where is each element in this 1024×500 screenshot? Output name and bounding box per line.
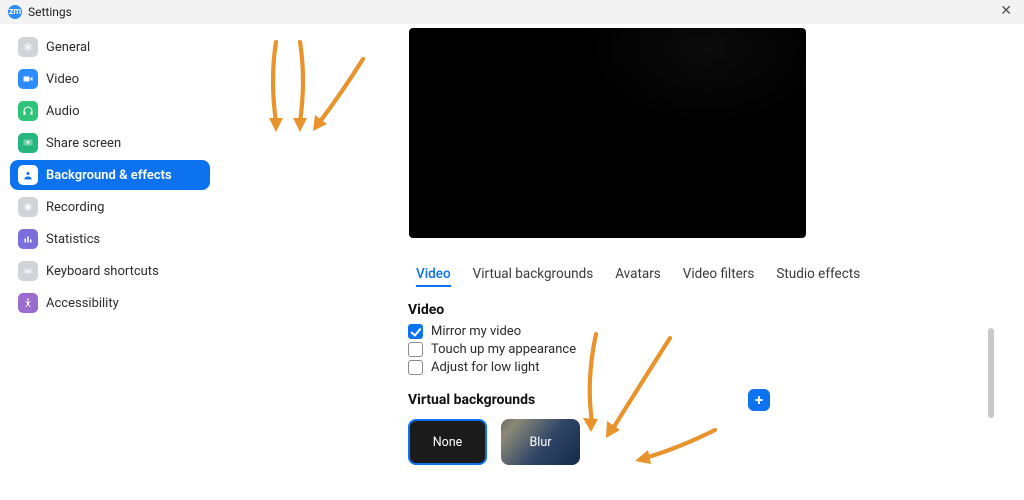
option-touch-up[interactable]: Touch up my appearance bbox=[408, 342, 1000, 357]
tab-video[interactable]: Video bbox=[416, 266, 451, 287]
option-label: Adjust for low light bbox=[431, 360, 539, 375]
app-logo: zm bbox=[8, 5, 22, 19]
vb-thumb-none[interactable]: None bbox=[408, 419, 487, 465]
scrollbar-thumb[interactable] bbox=[988, 328, 994, 418]
checkbox-icon bbox=[408, 324, 423, 339]
close-icon[interactable]: ✕ bbox=[1000, 3, 1012, 19]
video-preview bbox=[409, 28, 806, 238]
settings-content: Video Virtual backgrounds Avatars Video … bbox=[14, 24, 1024, 500]
option-mirror-video[interactable]: Mirror my video bbox=[408, 324, 1000, 339]
checkbox-icon bbox=[408, 342, 423, 357]
option-low-light[interactable]: Adjust for low light bbox=[408, 360, 1000, 375]
window-titlebar: zm Settings ✕ bbox=[0, 0, 1024, 24]
tab-virtual-backgrounds[interactable]: Virtual backgrounds bbox=[473, 266, 594, 287]
tab-studio-effects[interactable]: Studio effects bbox=[776, 266, 860, 287]
checkbox-icon bbox=[408, 360, 423, 375]
tab-avatars[interactable]: Avatars bbox=[615, 266, 661, 287]
add-background-button[interactable]: + bbox=[748, 389, 770, 411]
vb-thumb-blur[interactable]: Blur bbox=[501, 419, 580, 465]
effects-tabs: Video Virtual backgrounds Avatars Video … bbox=[406, 266, 1000, 292]
video-section-heading: Video bbox=[408, 302, 1000, 318]
vb-section-heading: Virtual backgrounds bbox=[408, 392, 535, 408]
tab-video-filters[interactable]: Video filters bbox=[683, 266, 755, 287]
option-label: Touch up my appearance bbox=[431, 342, 576, 357]
background-thumbnails: None Blur bbox=[408, 419, 1000, 465]
window-title: Settings bbox=[28, 5, 72, 19]
option-label: Mirror my video bbox=[431, 324, 521, 339]
